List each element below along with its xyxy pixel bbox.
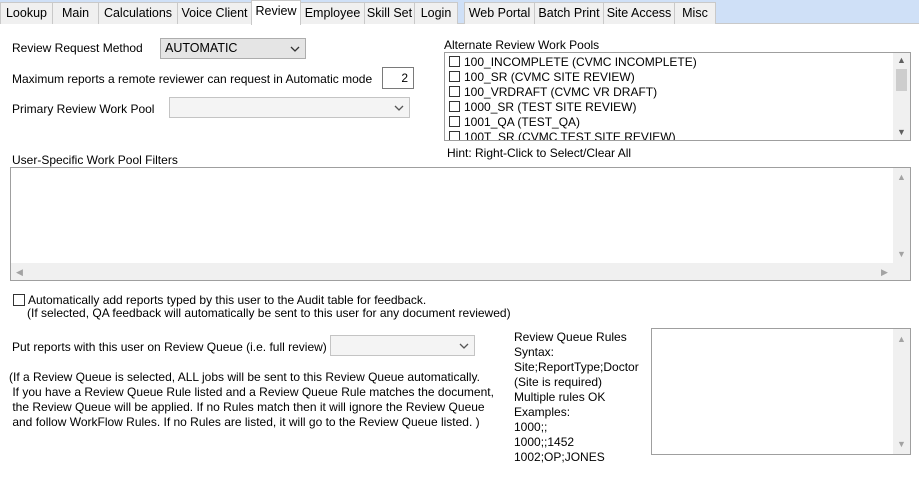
chevron-down-icon	[394, 105, 404, 111]
max-reports-label: Maximum reports a remote reviewer can re…	[12, 72, 373, 86]
scroll-down-arrow-icon[interactable]: ▼	[893, 249, 910, 259]
scrollbar-thumb[interactable]	[896, 69, 907, 91]
pool-item-label: 100T_SR (CVMC TEST SITE REVIEW)	[464, 130, 676, 141]
tab-employee[interactable]: Employee	[300, 2, 365, 24]
tab-web-portal[interactable]: Web Portal	[464, 2, 535, 24]
tab-lookup[interactable]: Lookup	[0, 2, 53, 24]
rules-textarea[interactable]: ▲ ▼	[651, 328, 911, 455]
pool-checkbox[interactable]	[449, 56, 460, 67]
pool-item-label: 100_VRDRAFT (CVMC VR DRAFT)	[464, 85, 658, 99]
scroll-up-arrow-icon[interactable]: ▲	[893, 172, 910, 182]
pool-item[interactable]: 100_INCOMPLETE (CVMC INCOMPLETE)	[449, 55, 697, 70]
audit-label[interactable]: Automatically add reports typed by this …	[28, 293, 426, 307]
chevron-down-icon	[459, 343, 469, 349]
pool-checkbox[interactable]	[449, 71, 460, 82]
pools-hint: Hint: Right-Click to Select/Clear All	[447, 146, 632, 160]
filters-hscrollbar[interactable]: ◀ ▶	[11, 263, 893, 280]
pool-item[interactable]: 1001_QA (TEST_QA)	[449, 115, 580, 130]
audit-note: (If selected, QA feedback will automatic…	[27, 306, 511, 320]
pool-checkbox[interactable]	[449, 101, 460, 112]
tab-calculations[interactable]: Calculations	[98, 2, 178, 24]
pool-item-label: 1001_QA (TEST_QA)	[464, 115, 581, 129]
pool-item-label: 1000_SR (TEST SITE REVIEW)	[464, 100, 637, 114]
pool-item[interactable]: 1000_SR (TEST SITE REVIEW)	[449, 100, 637, 115]
alternate-pools-list[interactable]: 100_INCOMPLETE (CVMC INCOMPLETE) 100_SR …	[444, 52, 911, 141]
chevron-down-icon	[290, 46, 300, 52]
primary-pool-label: Primary Review Work Pool	[12, 102, 155, 116]
tab-site-access[interactable]: Site Access	[603, 2, 675, 24]
tab-voice-client[interactable]: Voice Client	[177, 2, 252, 24]
scroll-left-arrow-icon[interactable]: ◀	[11, 267, 28, 277]
tab-main[interactable]: Main	[52, 2, 99, 24]
review-request-method-value: AUTOMATIC	[165, 41, 238, 55]
review-request-method-dropdown[interactable]: AUTOMATIC	[160, 38, 306, 59]
scroll-up-arrow-icon[interactable]: ▲	[893, 55, 910, 65]
review-queue-explanation: (If a Review Queue is selected, ALL jobs…	[9, 370, 494, 429]
pool-item[interactable]: 100_SR (CVMC SITE REVIEW)	[449, 70, 635, 85]
tab-batch-print[interactable]: Batch Print	[534, 2, 604, 24]
pool-item[interactable]: 100T_SR (CVMC TEST SITE REVIEW)	[449, 130, 676, 141]
rules-help-text: Review Queue Rules Syntax: Site;ReportTy…	[514, 330, 639, 464]
max-reports-value: 2	[401, 71, 408, 85]
review-queue-dropdown[interactable]	[330, 335, 475, 356]
tab-bar: Lookup Main Calculations Voice Client Re…	[0, 0, 919, 25]
rules-scrollbar[interactable]: ▲ ▼	[893, 329, 910, 454]
tab-skill-set[interactable]: Skill Set	[364, 2, 415, 24]
scroll-corner	[893, 263, 910, 280]
pool-checkbox[interactable]	[449, 131, 460, 140]
review-queue-label: Put reports with this user on Review Que…	[12, 340, 327, 354]
pool-checkbox[interactable]	[449, 86, 460, 97]
pools-scrollbar[interactable]: ▲ ▼	[893, 53, 910, 140]
scroll-right-arrow-icon[interactable]: ▶	[876, 267, 893, 277]
review-request-method-label: Review Request Method	[12, 41, 143, 55]
alternate-pools-label: Alternate Review Work Pools	[444, 38, 600, 52]
filters-vscrollbar[interactable]: ▲ ▼	[893, 168, 910, 263]
primary-pool-dropdown[interactable]	[169, 97, 410, 118]
scroll-up-arrow-icon[interactable]: ▲	[893, 334, 910, 344]
pool-checkbox[interactable]	[449, 116, 460, 127]
pool-item-label: 100_SR (CVMC SITE REVIEW)	[464, 70, 635, 84]
audit-checkbox[interactable]	[13, 294, 25, 306]
tab-login[interactable]: Login	[414, 2, 458, 24]
pool-item-label: 100_INCOMPLETE (CVMC INCOMPLETE)	[464, 55, 697, 69]
tab-misc[interactable]: Misc	[674, 2, 716, 24]
pool-item[interactable]: 100_VRDRAFT (CVMC VR DRAFT)	[449, 85, 657, 100]
tab-review[interactable]: Review	[251, 0, 301, 25]
scroll-down-arrow-icon[interactable]: ▼	[893, 127, 910, 137]
user-filters-label: User-Specific Work Pool Filters	[12, 153, 178, 167]
max-reports-input[interactable]: 2	[382, 67, 414, 89]
scroll-down-arrow-icon[interactable]: ▼	[893, 439, 910, 449]
user-filters-textarea[interactable]: ▲ ▼ ◀ ▶	[10, 167, 911, 281]
